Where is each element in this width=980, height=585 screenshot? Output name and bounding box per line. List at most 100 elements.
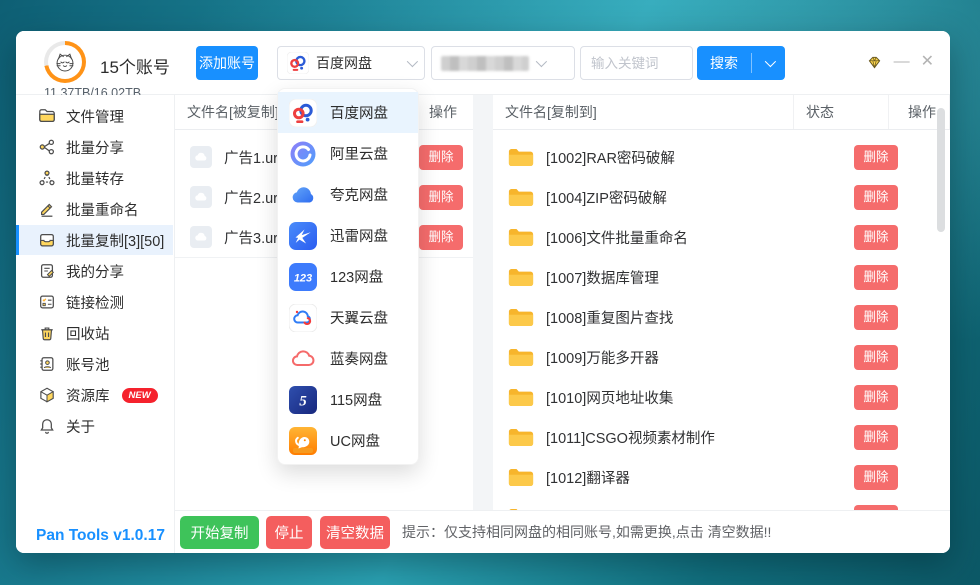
- delete-button[interactable]: 删除: [419, 145, 463, 170]
- drive-menu-item-tianyi[interactable]: 天翼云盘: [278, 297, 418, 338]
- drive-menu-label: 蓝奏网盘: [330, 348, 388, 369]
- delete-button[interactable]: 删除: [854, 385, 898, 410]
- table-row[interactable]: [1010]网页地址收集 删除: [493, 377, 950, 417]
- table-row[interactable]: [1009]万能多开器 删除: [493, 337, 950, 377]
- sidebar-item-batch-transfer[interactable]: 批量转存: [16, 163, 173, 193]
- delete-button[interactable]: 删除: [419, 185, 463, 210]
- sidebar-item-label: 账号池: [66, 354, 110, 375]
- aliyun-pan-icon: [289, 140, 317, 168]
- baidu-pan-icon: [287, 52, 309, 74]
- column-header-name: 文件名[复制到]: [493, 102, 793, 122]
- sidebar-item-batch-rename[interactable]: 批量重命名: [16, 194, 173, 224]
- scrollbar-thumb[interactable]: [937, 108, 945, 232]
- drive-select[interactable]: 百度网盘: [277, 46, 425, 80]
- share-icon: [38, 138, 56, 156]
- delete-button[interactable]: 删除: [854, 425, 898, 450]
- drive-menu-label: 天翼云盘: [330, 307, 388, 328]
- svg-text:123: 123: [294, 272, 312, 284]
- delete-button[interactable]: 删除: [854, 225, 898, 250]
- table-row-partial[interactable]: [493, 497, 950, 510]
- destination-table-header: 文件名[复制到] 状态 操作: [493, 95, 950, 130]
- search-button[interactable]: 搜索: [697, 46, 785, 80]
- folder-icon: [508, 427, 534, 448]
- delete-button[interactable]: 删除: [419, 225, 463, 250]
- delete-button[interactable]: 删除: [854, 305, 898, 330]
- gem-icon[interactable]: [866, 54, 883, 71]
- folder-icon: [508, 307, 534, 328]
- sidebar-item-my-shares[interactable]: 我的分享: [16, 256, 173, 286]
- drive-menu-label: 迅雷网盘: [330, 225, 388, 246]
- sidebar-item-label: 批量重命名: [66, 199, 139, 220]
- link-check-icon: [38, 293, 56, 311]
- drive-menu-item-uc[interactable]: UC网盘: [278, 420, 418, 461]
- drive-menu-item-115[interactable]: 5 115网盘: [278, 379, 418, 420]
- sidebar-item-batch-share[interactable]: 批量分享: [16, 132, 173, 162]
- search-dropdown-toggle[interactable]: [752, 46, 785, 80]
- clear-data-button[interactable]: 清空数据: [320, 516, 390, 549]
- drive-menu-item-123pan[interactable]: 123 123网盘: [278, 256, 418, 297]
- sidebar-item-label: 批量分享: [66, 137, 124, 158]
- drive-menu-item-aliyun[interactable]: 阿里云盘: [278, 133, 418, 174]
- close-button[interactable]: ✕: [921, 53, 934, 71]
- add-account-button[interactable]: 添加账号: [196, 46, 258, 80]
- footer-bar: 开始复制 停止 清空数据 提示：仅支持相同网盘的相同账号,如需更换,点击 清空数…: [175, 510, 950, 553]
- window-controls: — ✕: [866, 53, 934, 71]
- keyword-input[interactable]: [580, 46, 693, 80]
- delete-button[interactable]: 删除: [854, 265, 898, 290]
- sidebar-item-label: 批量转存: [66, 168, 124, 189]
- folder-icon: [508, 347, 534, 368]
- delete-button[interactable]: 删除: [854, 185, 898, 210]
- baidu-pan-icon: [289, 99, 317, 127]
- topbar: 15个账号 11.37TB/16.02TB 添加账号 百度网盘 搜索: [16, 31, 950, 95]
- drive-menu-item-quark[interactable]: 夸克网盘: [278, 174, 418, 215]
- table-row[interactable]: [1007]数据库管理 删除: [493, 257, 950, 297]
- rename-icon: [38, 200, 56, 218]
- stop-button[interactable]: 停止: [266, 516, 312, 549]
- folder-name: [1010]网页地址收集: [546, 387, 673, 408]
- sidebar-item-link-check[interactable]: 链接检测: [16, 287, 173, 317]
- sidebar: 文件管理 批量分享 批量转存: [16, 95, 175, 553]
- table-row[interactable]: [1002]RAR密码破解 删除: [493, 137, 950, 177]
- drive-menu-label: 123网盘: [330, 266, 383, 287]
- delete-button[interactable]: 删除: [854, 465, 898, 490]
- minimize-button[interactable]: —: [894, 53, 910, 71]
- drive-menu-item-lanzou[interactable]: 蓝奏网盘: [278, 338, 418, 379]
- table-row[interactable]: [1004]ZIP密码破解 删除: [493, 177, 950, 217]
- sidebar-item-account-pool[interactable]: 账号池: [16, 349, 173, 379]
- folder-name: [1002]RAR密码破解: [546, 147, 675, 168]
- folder-name: [1011]CSGO视频素材制作: [546, 427, 715, 448]
- sidebar-item-recycle-bin[interactable]: 回收站: [16, 318, 173, 348]
- start-copy-button[interactable]: 开始复制: [180, 516, 259, 549]
- table-row[interactable]: [1012]翻译器 删除: [493, 457, 950, 497]
- sidebar-item-about[interactable]: 关于: [16, 411, 173, 441]
- drive-menu-item-xunlei[interactable]: 迅雷网盘: [278, 215, 418, 256]
- 123-pan-icon: 123: [289, 263, 317, 291]
- app-window: 15个账号 11.37TB/16.02TB 添加账号 百度网盘 搜索: [16, 31, 950, 553]
- table-row[interactable]: [1006]文件批量重命名 删除: [493, 217, 950, 257]
- transfer-icon: [38, 169, 56, 187]
- folder-name: [1006]文件批量重命名: [546, 227, 688, 248]
- search-button-label: 搜索: [697, 46, 751, 80]
- file-name: 广告3.url: [224, 227, 281, 248]
- copy-icon: [38, 231, 56, 249]
- drive-menu-item-baidu[interactable]: 百度网盘: [278, 92, 418, 133]
- delete-button[interactable]: 删除: [854, 145, 898, 170]
- lanzou-pan-icon: [289, 345, 317, 373]
- chevron-down-icon: [536, 56, 547, 67]
- storage-progress-ring: [44, 41, 86, 83]
- folder-icon: [508, 187, 534, 208]
- resource-icon: [38, 386, 56, 404]
- folder-name: [1004]ZIP密码破解: [546, 187, 667, 208]
- delete-button[interactable]: 删除: [854, 345, 898, 370]
- table-row[interactable]: [1008]重复图片查找 删除: [493, 297, 950, 337]
- uc-pan-icon: [289, 427, 317, 455]
- sidebar-item-file-manage[interactable]: 文件管理: [16, 101, 173, 131]
- file-icon: [190, 186, 212, 208]
- account-select[interactable]: [431, 46, 575, 80]
- sidebar-item-label: 回收站: [66, 323, 110, 344]
- sidebar-item-resource-library[interactable]: 资源库 NEW: [16, 380, 173, 410]
- sidebar-item-label: 文件管理: [66, 106, 124, 127]
- drive-menu-label: 夸克网盘: [330, 184, 388, 205]
- table-row[interactable]: [1011]CSGO视频素材制作 删除: [493, 417, 950, 457]
- sidebar-item-batch-copy[interactable]: 批量复制[3][50]: [16, 225, 173, 255]
